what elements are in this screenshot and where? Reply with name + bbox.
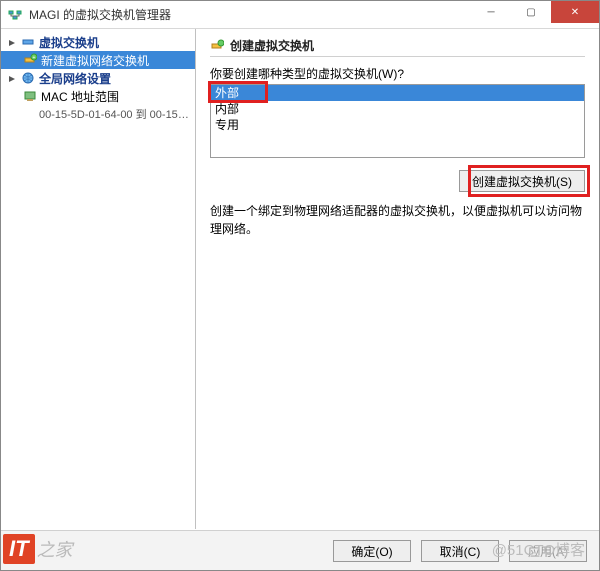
option-private[interactable]: 专用 [211,117,584,133]
tree-item-mac-range[interactable]: MAC 地址范围 [1,87,195,105]
body-area: 虚拟交换机 + 新建虚拟网络交换机 全局网络设置 [1,29,599,529]
window-controls: ─ ▢ ✕ [471,1,599,28]
type-prompt: 你要创建哪种类型的虚拟交换机(W)? [210,65,585,82]
dialog-footer: 确定(O) 取消(C) 应用(A) [1,530,599,570]
tree-category-global-settings[interactable]: 全局网络设置 [1,69,195,87]
nic-icon [23,89,37,103]
maximize-button[interactable]: ▢ [511,1,551,23]
apply-button[interactable]: 应用(A) [509,540,587,562]
main-header: 创建虚拟交换机 [210,35,585,57]
app-window: MAGI 的虚拟交换机管理器 ─ ▢ ✕ 虚拟交换机 + [0,0,600,571]
option-external[interactable]: 外部 [211,85,584,101]
collapse-icon[interactable] [7,73,17,83]
sidebar: 虚拟交换机 + 新建虚拟网络交换机 全局网络设置 [1,29,196,529]
option-internal[interactable]: 内部 [211,101,584,117]
tree-item-new-switch[interactable]: + 新建虚拟网络交换机 [1,51,195,69]
window-title: MAGI 的虚拟交换机管理器 [29,6,471,23]
switch-icon [21,35,35,49]
tree-label: MAC 地址范围 [41,88,119,105]
collapse-icon[interactable] [7,37,17,47]
close-button[interactable]: ✕ [551,1,599,23]
svg-text:+: + [33,55,36,61]
new-switch-icon: + [23,53,37,67]
cancel-button[interactable]: 取消(C) [421,540,499,562]
app-icon [7,7,23,23]
tree-label: 虚拟交换机 [39,34,99,51]
tree-item-mac-sublabel: 00-15-5D-01-64-00 到 00-15-5D-0... [1,105,195,123]
main-panel: 创建虚拟交换机 你要创建哪种类型的虚拟交换机(W)? 外部 内部 专用 创建虚拟… [196,29,599,529]
titlebar: MAGI 的虚拟交换机管理器 ─ ▢ ✕ [1,1,599,29]
globe-icon [21,71,35,85]
new-switch-icon [210,39,224,53]
type-description: 创建一个绑定到物理网络适配器的虚拟交换机，以便虚拟机可以访问物理网络。 [210,202,585,238]
main-header-title: 创建虚拟交换机 [230,37,314,54]
switch-type-listbox[interactable]: 外部 内部 专用 [210,84,585,158]
create-switch-button[interactable]: 创建虚拟交换机(S) [459,170,585,192]
minimize-button[interactable]: ─ [471,1,511,23]
tree-category-virtual-switch[interactable]: 虚拟交换机 [1,33,195,51]
tree-label: 新建虚拟网络交换机 [41,52,149,69]
ok-button[interactable]: 确定(O) [333,540,411,562]
mac-range-text: 00-15-5D-01-64-00 到 00-15-5D-0... [39,106,191,122]
tree-label: 全局网络设置 [39,70,111,87]
